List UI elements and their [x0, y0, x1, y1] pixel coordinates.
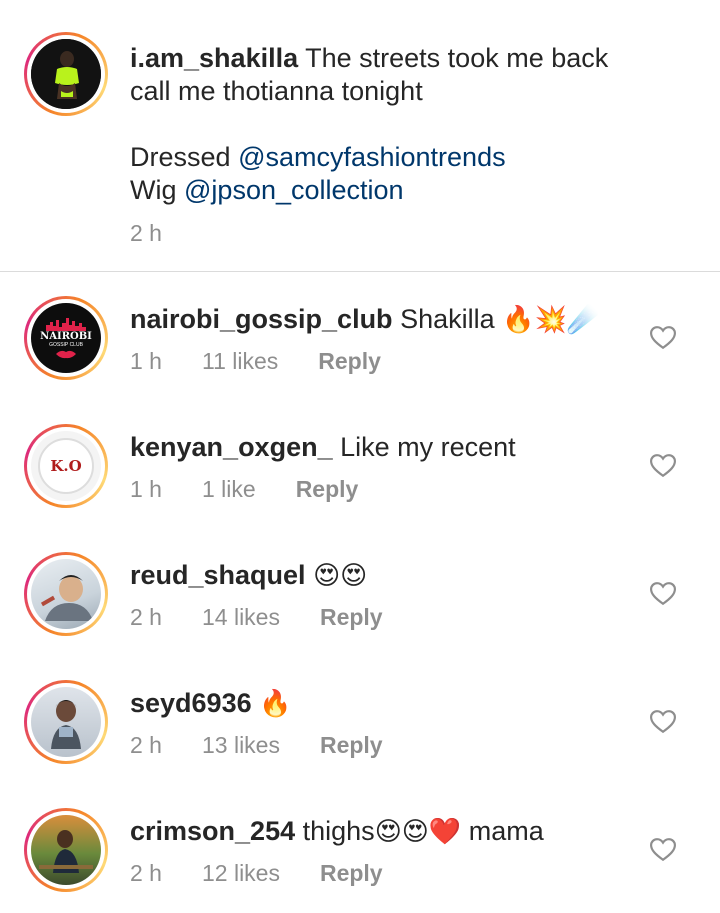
- comment-body-suffix: mama: [468, 816, 544, 846]
- comment-row: K.O kenyan_oxgen_ Like my recent 1 h 1 l…: [0, 424, 720, 552]
- comment-likes[interactable]: 14 likes: [202, 604, 280, 631]
- mention-samcyfashiontrends[interactable]: @samcyfashiontrends: [238, 142, 506, 172]
- ko-logo-label: K.O: [38, 438, 94, 494]
- comment-meta: 2 h 13 likes Reply: [130, 732, 383, 759]
- reply-button[interactable]: Reply: [320, 732, 383, 759]
- comment-text: seyd6936 🔥: [130, 687, 292, 721]
- comment-text: kenyan_oxgen_ Like my recent: [130, 431, 516, 464]
- comment-time: 2 h: [130, 604, 162, 630]
- reply-button[interactable]: Reply: [320, 604, 383, 631]
- like-heart-icon[interactable]: [650, 326, 676, 350]
- avatar-crimson-254[interactable]: [24, 808, 108, 892]
- like-heart-icon[interactable]: [650, 582, 676, 606]
- avatar-seyd6936[interactable]: [24, 680, 108, 764]
- comment-body: thighs: [302, 816, 375, 846]
- profile-photo-icon: [40, 575, 93, 621]
- divider: [0, 271, 720, 272]
- profile-photo-icon: [39, 830, 93, 873]
- avatar-nairobi-gossip-club[interactable]: NAIROBI GOSSIP CLUB: [24, 296, 108, 380]
- like-heart-icon[interactable]: [650, 710, 676, 734]
- comment-text: reud_shaquel 😍😍: [130, 559, 367, 593]
- comment-body: Like my recent: [340, 432, 516, 462]
- skyline-icon: [46, 318, 86, 331]
- avatar-kenyan-oxgen[interactable]: K.O: [24, 424, 108, 508]
- heart-eyes-heart-emoji: 😍😍❤️: [374, 817, 462, 847]
- comment-text: crimson_254 thighs😍😍❤️ mama: [130, 815, 544, 849]
- comment-username[interactable]: seyd6936: [130, 688, 252, 718]
- like-heart-icon[interactable]: [650, 838, 676, 862]
- profile-photo-icon: [51, 700, 81, 749]
- lips-icon: [56, 350, 76, 359]
- post-caption: i.am_shakilla The streets took me back c…: [0, 0, 720, 272]
- caption-username[interactable]: i.am_shakilla: [130, 43, 298, 73]
- fire-boom-comet-emoji: 🔥💥☄️: [502, 305, 600, 335]
- avatar-sublabel: GOSSIP CLUB: [49, 342, 83, 348]
- comment-time: 2 h: [130, 860, 162, 886]
- like-heart-icon[interactable]: [650, 454, 676, 478]
- comment-username[interactable]: reud_shaquel: [130, 560, 306, 590]
- comment-likes[interactable]: 11 likes: [202, 348, 278, 375]
- comment-likes[interactable]: 1 like: [202, 476, 256, 503]
- fire-emoji: 🔥: [259, 689, 292, 719]
- dressed-label: Dressed: [130, 142, 231, 172]
- comment-username[interactable]: crimson_254: [130, 816, 295, 846]
- comment-time: 2 h: [130, 732, 162, 758]
- mention-jpson-collection[interactable]: @jpson_collection: [184, 175, 404, 205]
- avatar-reud-shaquel[interactable]: [24, 552, 108, 636]
- comment-meta: 2 h 14 likes Reply: [130, 604, 383, 631]
- comment-meta: 1 h 11 likes Reply: [130, 348, 381, 375]
- comment-row: crimson_254 thighs😍😍❤️ mama 2 h 12 likes…: [0, 808, 720, 913]
- reply-button[interactable]: Reply: [318, 348, 381, 375]
- comment-meta: 2 h 12 likes Reply: [130, 860, 383, 887]
- profile-photo-icon: [31, 39, 101, 109]
- comment-row: seyd6936 🔥 2 h 13 likes Reply: [0, 680, 720, 808]
- comment-row: NAIROBI GOSSIP CLUB nairobi_gossip_club …: [0, 296, 720, 424]
- comment-body: Shakilla: [400, 304, 495, 334]
- caption-time: 2 h: [130, 220, 162, 246]
- heart-eyes-emoji: 😍😍: [313, 561, 368, 591]
- avatar-label: NAIROBI: [40, 331, 92, 342]
- comment-likes[interactable]: 13 likes: [202, 732, 280, 759]
- comment-time: 1 h: [130, 476, 162, 502]
- comment-time: 1 h: [130, 348, 162, 374]
- comment-row: reud_shaquel 😍😍 2 h 14 likes Reply: [0, 552, 720, 680]
- comment-username[interactable]: kenyan_oxgen_: [130, 432, 333, 462]
- reply-button[interactable]: Reply: [320, 860, 383, 887]
- reply-button[interactable]: Reply: [296, 476, 359, 503]
- caption-meta: 2 h: [130, 220, 162, 247]
- comment-likes[interactable]: 12 likes: [202, 860, 280, 887]
- avatar-i-am-shakilla[interactable]: [24, 32, 108, 116]
- comment-username[interactable]: nairobi_gossip_club: [130, 304, 393, 334]
- wig-label: Wig: [130, 175, 177, 205]
- caption-text: i.am_shakilla The streets took me back c…: [130, 42, 608, 207]
- caption-line1: The streets took me back: [305, 43, 609, 73]
- comment-meta: 1 h 1 like Reply: [130, 476, 358, 503]
- comment-text: nairobi_gossip_club Shakilla 🔥💥☄️: [130, 303, 599, 337]
- caption-line2: call me thotianna tonight: [130, 76, 423, 106]
